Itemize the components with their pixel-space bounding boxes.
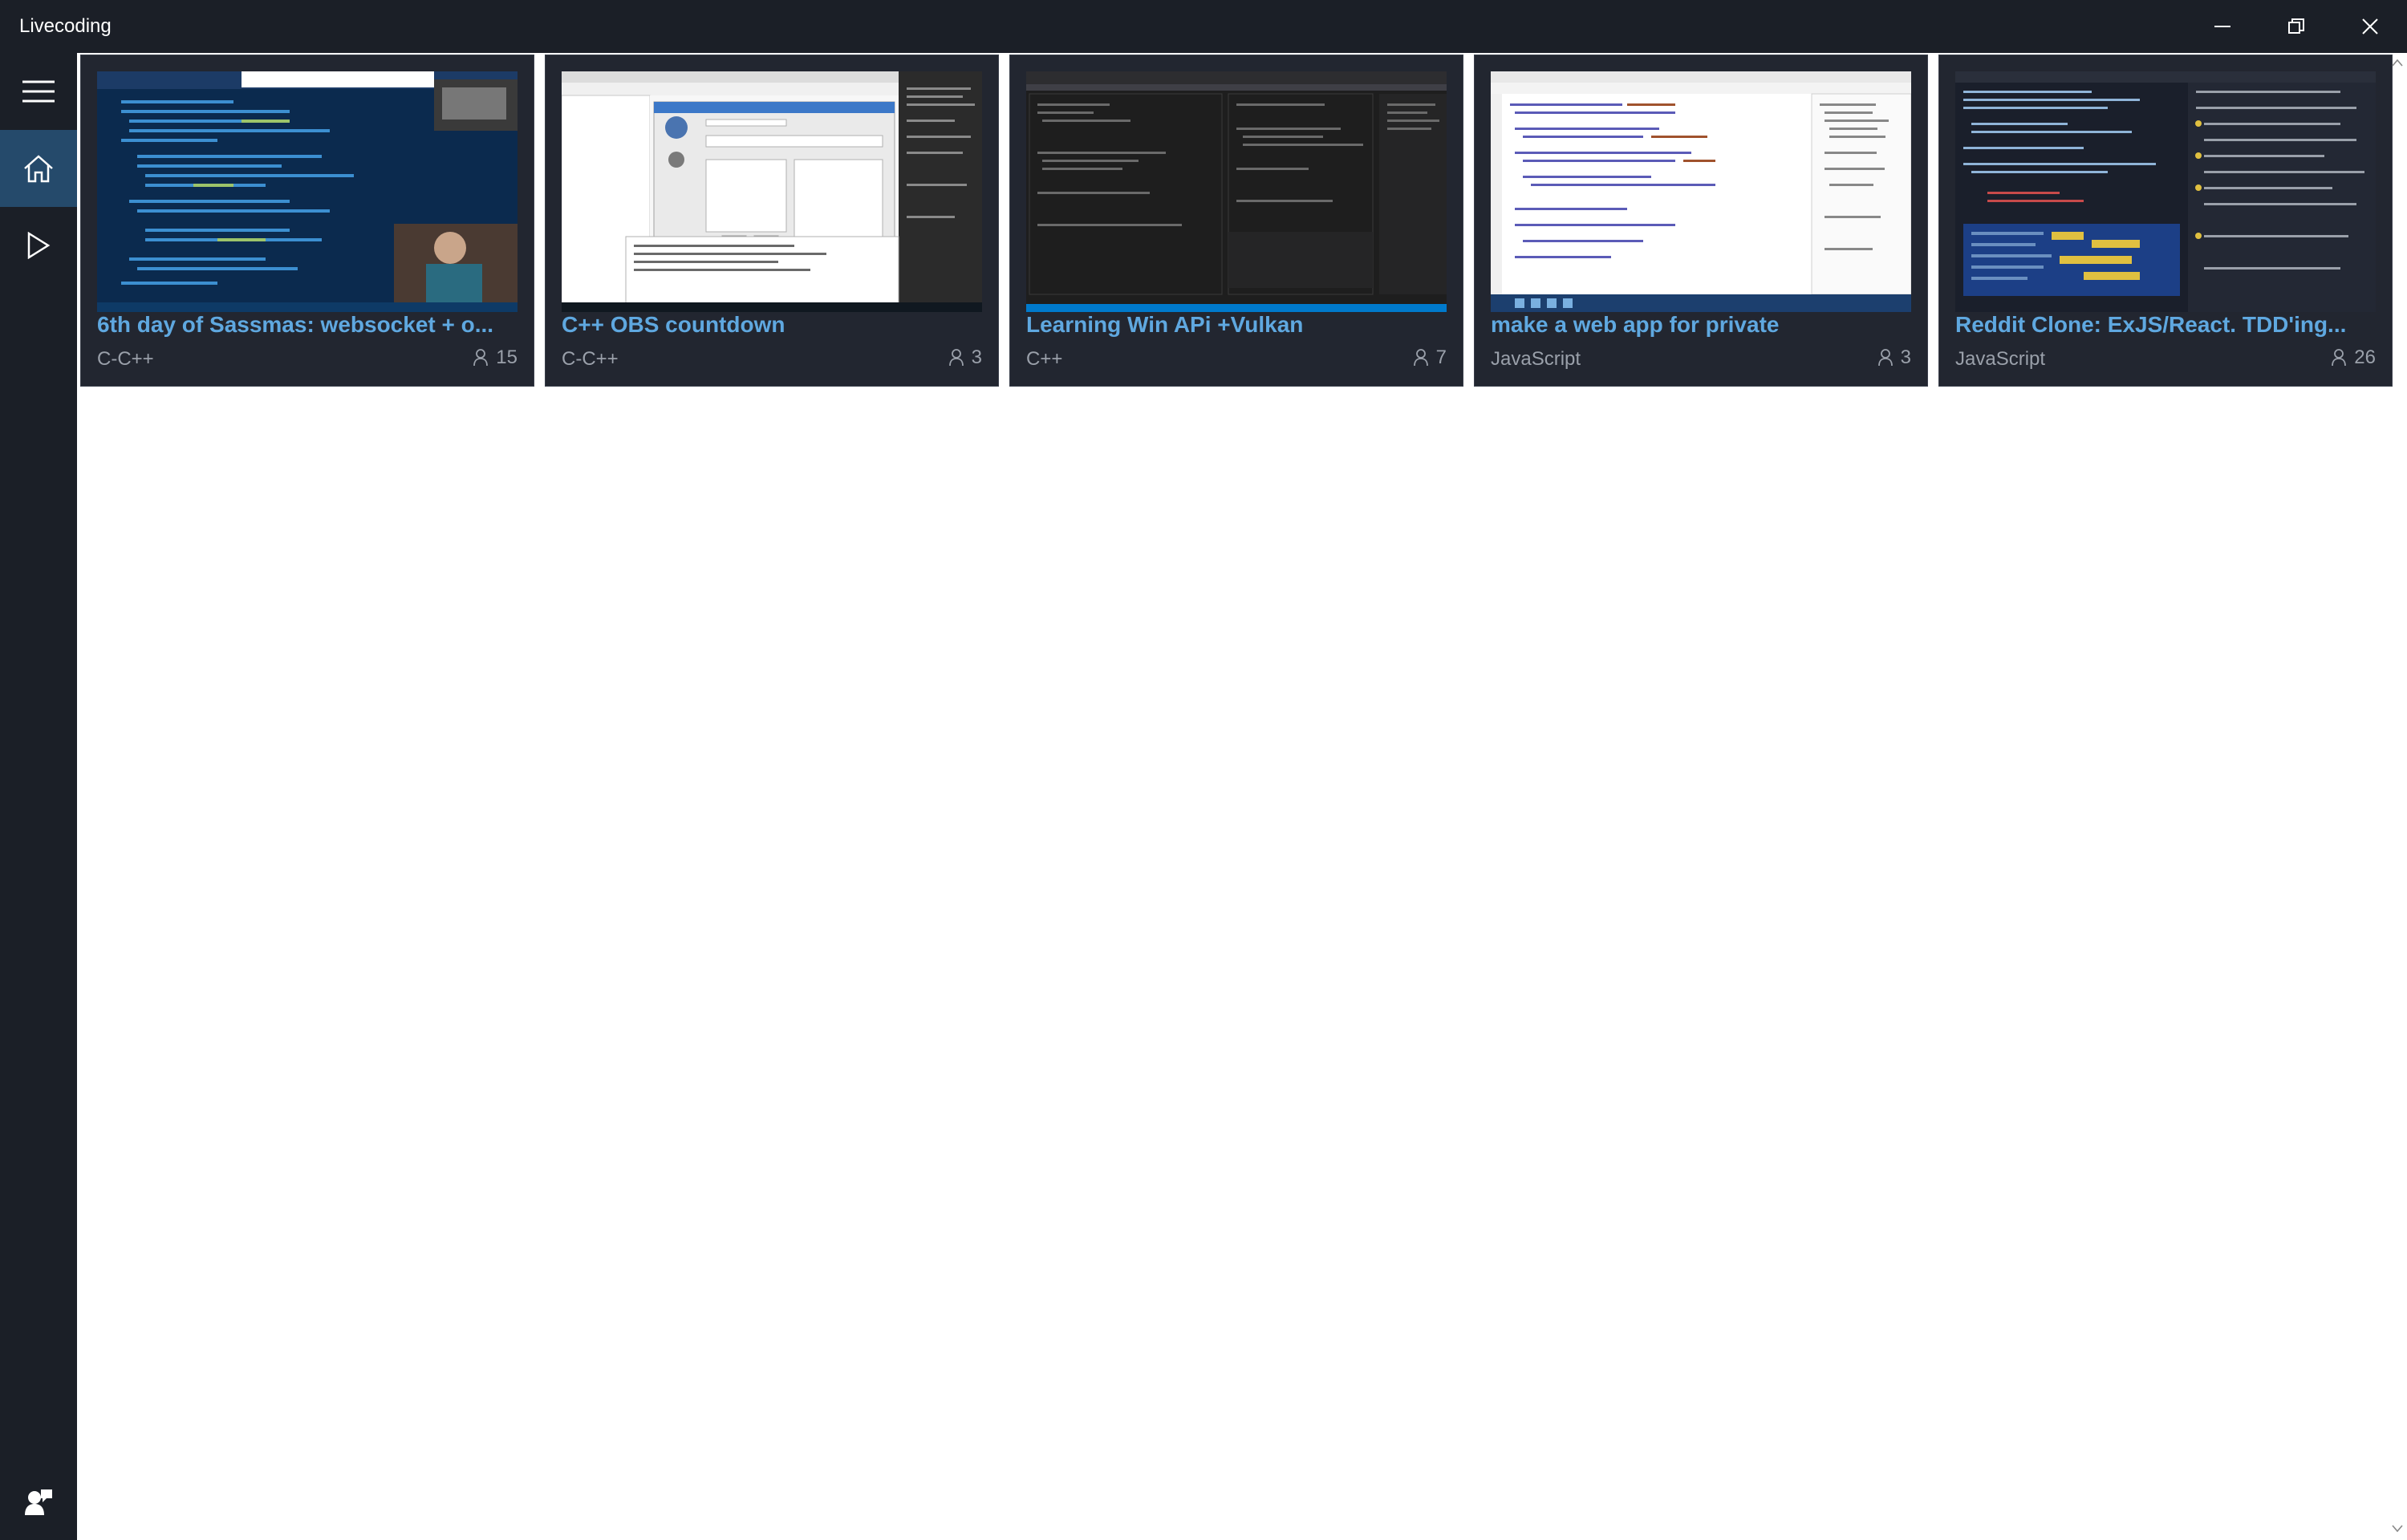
stream-card[interactable]: C++ OBS countdown C-C++ 3 — [545, 55, 999, 387]
viewer-person-icon — [1877, 349, 1893, 367]
scroll-up-arrow[interactable] — [2388, 53, 2407, 72]
stream-thumbnail — [562, 71, 982, 312]
close-button[interactable] — [2333, 0, 2407, 53]
stream-language: JavaScript — [1491, 348, 1581, 370]
stream-language: C++ — [1026, 348, 1063, 370]
minimize-button[interactable] — [2186, 0, 2259, 53]
viewer-count: 26 — [2332, 346, 2376, 370]
stream-thumbnail — [1491, 71, 1911, 312]
restore-button[interactable] — [2259, 0, 2333, 53]
viewer-count-value: 3 — [971, 346, 982, 368]
user-profile-icon — [25, 1489, 52, 1515]
stream-title[interactable]: 6th day of Sassmas: websocket + o... — [97, 309, 518, 341]
viewer-count: 3 — [948, 346, 982, 370]
restore-icon — [2288, 18, 2304, 34]
minimize-icon — [2214, 26, 2230, 27]
chevron-down-icon — [2392, 1525, 2403, 1533]
close-icon — [2362, 18, 2378, 34]
stream-grid: 6th day of Sassmas: websocket + o... C-C… — [77, 53, 2407, 1540]
viewer-count: 15 — [473, 346, 518, 370]
stream-language: JavaScript — [1955, 348, 2046, 370]
sidebar-item-home[interactable] — [0, 130, 77, 207]
viewer-count-value: 15 — [496, 346, 518, 368]
user-profile-button[interactable] — [0, 1463, 77, 1540]
scroll-down-arrow[interactable] — [2388, 1519, 2407, 1538]
viewer-person-icon — [473, 349, 489, 367]
stream-thumbnail — [97, 71, 518, 312]
stream-language: C-C++ — [97, 348, 154, 370]
viewer-person-icon — [1413, 349, 1428, 367]
hamburger-menu-button[interactable] — [0, 53, 77, 130]
viewer-person-icon — [2332, 349, 2347, 367]
stream-title[interactable]: C++ OBS countdown — [562, 309, 982, 341]
home-icon — [24, 155, 53, 183]
stream-title[interactable]: Learning Win APi +Vulkan — [1026, 309, 1447, 341]
viewer-count-value: 7 — [1435, 346, 1447, 368]
chevron-up-icon — [2392, 59, 2403, 67]
stream-title[interactable]: make a web app for private — [1491, 309, 1911, 341]
viewer-count-value: 26 — [2354, 346, 2376, 368]
viewer-count-value: 3 — [1900, 346, 1911, 368]
hamburger-menu-icon — [22, 80, 55, 103]
stream-card[interactable]: Reddit Clone: ExJS/React. TDD'ing... Jav… — [1938, 55, 2393, 387]
viewer-count: 7 — [1413, 346, 1447, 370]
viewer-person-icon — [948, 349, 964, 367]
play-icon — [27, 232, 51, 259]
stream-card[interactable]: Learning Win APi +Vulkan C++ 7 — [1009, 55, 1463, 387]
stream-card[interactable]: 6th day of Sassmas: websocket + o... C-C… — [80, 55, 534, 387]
stream-title[interactable]: Reddit Clone: ExJS/React. TDD'ing... — [1955, 309, 2376, 341]
sidebar-item-play[interactable] — [0, 207, 77, 284]
stream-language: C-C++ — [562, 348, 619, 370]
stream-thumbnail — [1026, 71, 1447, 312]
viewer-count: 3 — [1877, 346, 1911, 370]
app-title: Livecoding — [19, 15, 112, 37]
stream-card[interactable]: make a web app for private JavaScript 3 — [1474, 55, 1928, 387]
nav-sidebar — [0, 53, 77, 1540]
title-bar: Livecoding — [0, 0, 2407, 53]
stream-thumbnail — [1955, 71, 2376, 312]
